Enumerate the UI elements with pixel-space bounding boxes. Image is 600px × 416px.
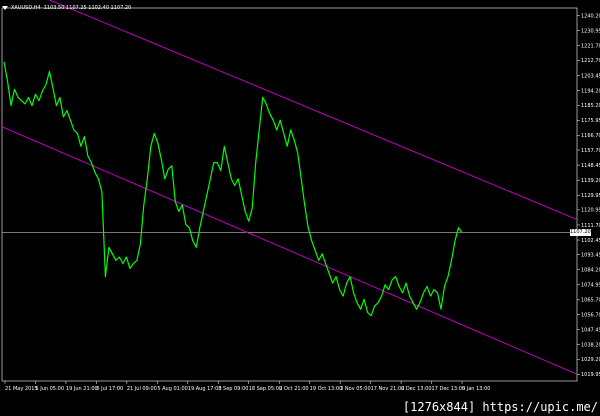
- y-tick-label: 1185.20: [581, 103, 600, 109]
- channel-line-upper: [48, 0, 578, 221]
- y-tick-label: 1093.45: [581, 252, 600, 258]
- y-tick-label: 1084.20: [581, 268, 600, 274]
- y-tick-label: 1038.20: [581, 342, 600, 348]
- y-tick-label: 1074.95: [581, 283, 600, 289]
- x-tick-label: 5 Jan 13:00: [462, 386, 490, 392]
- y-tick-label: 1212.70: [581, 58, 600, 64]
- y-tick-label: 1120.95: [581, 208, 600, 214]
- y-tick-label: 1175.95: [581, 118, 600, 124]
- x-tick-label: 2 Oct 21:00: [279, 386, 308, 392]
- x-tick-label: 19 Oct 13:00: [310, 386, 343, 392]
- y-tick-label: 1240.20: [581, 13, 600, 19]
- current-price-tag: 1107.20: [570, 228, 591, 236]
- x-tick-label: 19 Aug 17:00: [188, 386, 222, 392]
- x-tick-label: 17 Nov 21:00: [371, 386, 405, 392]
- x-tick-label: 19 Jun 21:00: [66, 386, 98, 392]
- price-chart[interactable]: 1240.20 1230.95 1221.70 1212.70 1203.45 1194.…: [0, 0, 600, 416]
- y-tick-label: 1065.70: [581, 298, 600, 304]
- channel-line-lower: [1, 126, 578, 375]
- ohlc-readout: 1103.50 1107.25 1102.40 1107.20: [43, 5, 132, 11]
- watermark-text: [1276x844] https://upic.me/: [402, 400, 598, 414]
- y-tick-label: 1139.20: [581, 178, 600, 184]
- y-tick-label: 1047.45: [581, 327, 600, 333]
- dropdown-arrow-icon[interactable]: [2, 6, 8, 10]
- x-tick-label: 3 Nov 05:00: [340, 386, 371, 392]
- y-tick-label: 1056.70: [581, 312, 600, 318]
- x-tick-label: 5 Jun 05:00: [35, 386, 64, 392]
- chart-header: XAUUSD,H4 1103.50 1107.25 1102.40 1107.2…: [2, 2, 131, 14]
- y-tick-label: 1102.45: [581, 238, 600, 244]
- x-tick-label: 6 Jul 17:00: [96, 386, 123, 392]
- y-tick-label: 1148.45: [581, 163, 600, 169]
- x-tick-label: 17 Dec 13:00: [432, 386, 466, 392]
- y-tick-label: 1203.45: [581, 73, 600, 79]
- y-tick-label: 1129.95: [581, 193, 600, 199]
- y-tick-label: 1157.70: [581, 148, 600, 154]
- y-tick-label: 1166.70: [581, 133, 600, 139]
- x-tick-label: 2 Dec 13:00: [401, 386, 431, 392]
- y-tick-label: 1029.20: [581, 357, 600, 363]
- y-tick-label: 1194.20: [581, 88, 600, 94]
- y-tick-label: 1230.95: [581, 29, 600, 35]
- chart-window[interactable]: 1240.20 1230.95 1221.70 1212.70 1203.45 1194.…: [0, 0, 600, 416]
- plot-frame: [1, 7, 578, 382]
- x-tick-label: 5 Aug 01:00: [157, 386, 188, 392]
- x-tick-label: 21 Jul 09:00: [127, 386, 157, 392]
- symbol-label: XAUUSD,H4: [11, 5, 41, 11]
- y-tick-label: 1221.70: [581, 44, 600, 50]
- x-tick-label: 21 May 2015: [5, 386, 38, 392]
- x-tick-label: 18 Sep 05:00: [249, 386, 282, 392]
- x-tick-label: 3 Sep 09:00: [218, 386, 248, 392]
- y-tick-label: 1019.95: [581, 372, 600, 378]
- price-series-line: [3, 61, 463, 317]
